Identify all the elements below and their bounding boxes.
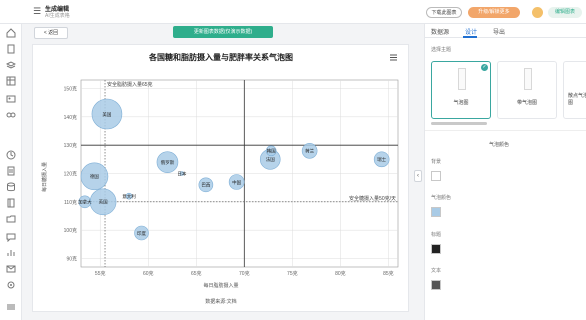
avatar[interactable] [532,7,543,18]
collapse-panel-button[interactable]: ‹ [414,170,422,182]
tab-datasource[interactable]: 数据源 [431,27,449,36]
bubble-label: 日本 [177,170,186,177]
edit-chart-button[interactable]: 编辑图表 [548,7,582,18]
divider [425,130,586,131]
x-tick-label: 75克 [287,271,298,277]
menu-expand-icon[interactable] [6,302,16,312]
color-swatch-bg[interactable] [431,171,441,181]
y-tick-label: 150克 [64,87,77,93]
y-tick-label: 140克 [64,115,77,121]
layers-icon[interactable] [6,60,16,70]
bubble-label: 加拿大 [78,199,92,206]
canvas-area: < 返回 更新图表数据(仅演示数据) 各国糖和脂肪摄入量与肥胖率关系气泡图 55… [22,24,420,320]
source-note: 数据来源:文档 [205,298,236,305]
left-sidebar [0,0,22,320]
bubble-label: 韩国 [267,148,276,155]
theme-label: 选择主题 [431,47,452,53]
bubble-label: 荷兰 [305,148,314,155]
bubble-label: 意大利 [122,193,136,200]
home-icon[interactable] [6,28,16,38]
upgrade-button[interactable]: 升级/解锁更多 [468,7,520,18]
bubble-label: 英国 [99,199,108,206]
x-tick-label: 80克 [335,271,346,277]
database-icon[interactable] [6,182,16,192]
chart-menu-icon[interactable] [390,54,397,61]
ref-label-horizontal: 安全糖摄入量50克/天 [349,195,396,202]
settings-icon[interactable] [6,280,16,290]
y-tick-label: 90克 [66,257,77,263]
color-swatch-text[interactable] [431,280,441,290]
top-bar: ☰ 生成编辑 AI生成表格 下载此图表 升级/解锁更多 编辑图表 [0,0,586,24]
y-tick-label: 100克 [64,228,77,234]
bubble-chart: 各国糖和脂肪摄入量与肥胖率关系气泡图 55克 60克 65克 70克 75克 80克 85克… [41,52,399,305]
x-tick-label: 60克 [143,271,154,277]
y-tick-label: 120克 [64,172,77,178]
y-tick-label: 110克 [64,200,77,206]
ref-label-vertical: 安全脂肪摄入量65克 [107,81,153,88]
bubble-label: 瑞士 [377,156,386,162]
color-swatch-title[interactable] [431,244,441,254]
active-tab-indicator [463,36,477,38]
chart-icon[interactable] [6,248,16,258]
y-axis-label: 每日糖摄入量 [41,162,48,192]
chart-card: 各国糖和脂肪摄入量与肥胖率关系气泡图 55克 60克 65克 70克 75克 80克 85克… [32,44,409,312]
sheet-icon[interactable] [6,76,16,86]
panel-tabs: 数据源 设计 导出 [425,24,586,38]
mail-icon[interactable] [6,264,16,274]
x-axis-label: 每日脂肪摄入量 [203,282,238,289]
thumb-preview [458,68,466,90]
book-icon[interactable] [6,198,16,208]
bubble-label: 美国 [102,111,111,118]
download-chart-button[interactable]: 下载此图表 [426,7,462,18]
update-data-banner[interactable]: 更新图表数据(仅演示数据) [173,26,273,38]
thumb-caption: 散点气泡图 [568,93,586,106]
link-icon[interactable] [6,110,16,120]
color-label-bg: 背景 [431,159,442,165]
tab-export[interactable]: 导出 [493,27,505,36]
bubble-label: 中国 [232,179,241,186]
folder-icon[interactable] [6,214,16,224]
bubble-label: 印度 [137,230,146,237]
y-tick-label: 130克 [64,143,77,149]
chart-title: 各国糖和脂肪摄入量与肥胖率关系气泡图 [148,52,293,62]
bubble-label: 德国 [90,173,99,180]
file-icon[interactable] [6,44,16,54]
thumb-scrollbar[interactable] [431,122,487,125]
x-tick-label: 85克 [383,271,394,277]
check-icon: ✓ [481,64,488,71]
x-tick-label: 55克 [95,271,106,277]
back-button[interactable]: < 返回 [34,27,68,39]
theme-thumb-3[interactable]: 散点气泡图 [563,61,586,119]
history-icon[interactable] [6,150,16,160]
color-label-title: 标题 [431,232,442,238]
x-tick-label: 70克 [239,271,250,277]
document-icon[interactable] [6,166,16,176]
thumb-preview [524,68,532,90]
bubble-label: 法国 [266,156,275,163]
tab-design[interactable]: 设计 [465,27,477,36]
color-label-text: 文本 [431,268,442,274]
right-panel: 数据源 设计 导出 选择主题 ✓ 气泡图 带气泡图 散点气泡图 气泡颜色 背景 … [424,24,586,320]
app-subtitle: AI生成表格 [45,13,70,19]
thumb-caption: 带气泡图 [516,100,537,106]
theme-thumb-1[interactable]: ✓ 气泡图 [431,61,491,119]
color-label-bubble: 气泡颜色 [431,195,452,201]
image-icon[interactable] [6,94,16,104]
chat-icon[interactable] [6,232,16,242]
bubble-label: 俄罗斯 [161,159,175,166]
section-title: 气泡颜色 [489,142,510,148]
thumb-caption: 气泡图 [453,100,469,106]
color-swatch-bubble[interactable] [431,207,441,217]
theme-thumb-2[interactable]: 带气泡图 [497,61,557,119]
hamburger-icon[interactable]: ☰ [33,6,41,17]
x-tick-label: 65克 [191,271,202,277]
